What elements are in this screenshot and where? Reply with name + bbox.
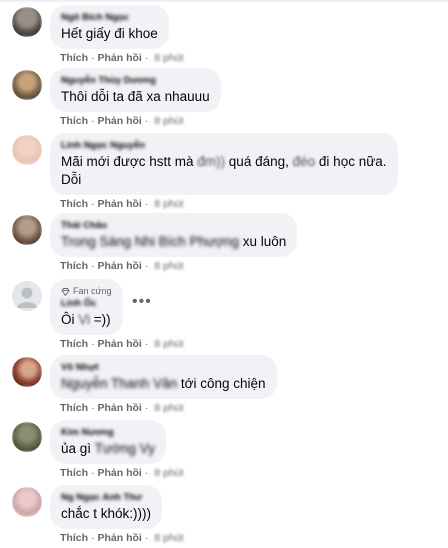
timestamp[interactable]: 8 phút [154,338,183,350]
like-button[interactable]: Thích [60,402,88,414]
mention-link[interactable]: Vi [78,311,90,329]
comment-text: Ôi Vi =)) [61,311,111,329]
comment-text: Thôi dỗi ta đã xa nhauuu [61,89,210,104]
like-button[interactable]: Thích [60,115,88,127]
comment-author[interactable]: Nguyễn Thùy Dương [61,75,210,87]
reply-button[interactable]: Phản hồi [98,532,142,544]
like-button[interactable]: Thích [60,198,88,210]
timestamp[interactable]: 8 phút [154,402,183,414]
comment-bubble: Thái Châu Trong Sáng Nhi Bích Phượng xu … [50,213,298,257]
avatar[interactable] [12,7,42,37]
comment-text: ủa gì Tường Vy [61,440,155,458]
like-button[interactable]: Thích [60,260,88,272]
avatar[interactable] [12,215,42,245]
comment-author[interactable]: Võ Nhựt [61,362,266,374]
comment-text: Nguyễn Thanh Vân tới công chiện [61,375,266,393]
comment-actions: Thích · Phản hồi · 8 phút [60,532,184,544]
reply-button[interactable]: Phản hồi [98,467,142,479]
comment-text: Trong Sáng Nhi Bích Phượng xu luôn [61,233,287,251]
comment-actions: Thích · Phản hồi · 8 phút [60,198,184,210]
timestamp[interactable]: 8 phút [154,532,183,544]
timestamp[interactable]: 8 phút [154,198,183,210]
more-options-icon[interactable]: ••• [132,294,152,310]
avatar[interactable] [12,135,42,165]
comment-bubble: Linh Ngọc Nguyễn Mãi mới được hstt mà đm… [50,133,398,195]
comment-bubble: Nguyễn Thùy Dương Thôi dỗi ta đã xa nhau… [50,68,221,112]
default-avatar-icon [17,287,37,308]
comment-bubble: Ng Ngọc Anh Thư chắc t khók:)))) [50,485,163,529]
avatar[interactable] [12,70,42,100]
fan-badge-label: Fan cứng [73,286,112,296]
timestamp[interactable]: 8 phút [154,467,183,479]
top-divider [0,0,448,3]
like-button[interactable]: Thích [60,532,88,544]
comment-text-line: Dỗi [61,172,82,187]
comment-bubble: Võ Nhựt Nguyễn Thanh Vân tới công chiện [50,355,277,399]
reply-button[interactable]: Phản hồi [98,402,142,414]
comment-text: Mãi mới được hstt mà đm)) quá đáng, đéo … [61,154,387,169]
mention-link[interactable]: Trong Sáng Nhi Bích Phượng [61,233,239,251]
comment-author[interactable]: Kim Nương [61,427,155,439]
mention-link[interactable]: Nguyễn Thanh Vân [61,375,177,393]
timestamp[interactable]: 8 phút [154,115,183,127]
avatar[interactable] [12,422,42,452]
comment-author[interactable]: Ng Ngọc Anh Thư [61,492,151,504]
comment-bubble: Ngô Bích Ngọc Hết giấy đi khoe [50,5,169,49]
comment-author[interactable]: Linh Ngọc Nguyễn [61,140,387,152]
censored-word: đm)) [197,154,226,169]
reply-button[interactable]: Phản hồi [98,52,142,64]
avatar[interactable] [12,357,42,387]
like-button[interactable]: Thích [60,467,88,479]
timestamp[interactable]: 8 phút [154,260,183,272]
comment-thread: Ngô Bích Ngọc Hết giấy đi khoe Thích · P… [0,0,448,548]
timestamp[interactable]: 8 phút [154,52,183,64]
reply-button[interactable]: Phản hồi [98,115,142,127]
comment-author[interactable]: Ngô Bích Ngọc [61,12,158,24]
comment-text: chắc t khók:)))) [61,506,152,521]
avatar[interactable] [12,487,42,517]
comment-actions: Thích · Phản hồi · 8 phút [60,52,184,64]
diamond-icon [61,287,70,296]
comment-actions: Thích · Phản hồi · 8 phút [60,115,184,127]
censored-word: đéo [292,154,316,169]
comment-text: Hết giấy đi khoe [61,26,158,41]
reply-button[interactable]: Phản hồi [98,260,142,272]
mention-link[interactable]: Tường Vy [95,440,155,458]
comment-author[interactable]: Thái Châu [61,220,286,232]
like-button[interactable]: Thích [60,338,88,350]
comment-actions: Thích · Phản hồi · 8 phút [60,260,184,272]
like-button[interactable]: Thích [60,52,88,64]
comment-author[interactable]: Linh Ốc [61,298,112,310]
comment-bubble: Kim Nương ủa gì Tường Vy [50,420,166,464]
reply-button[interactable]: Phản hồi [98,198,142,210]
fan-badge: Fan cứng [61,286,112,297]
comment-actions: Thích · Phản hồi · 8 phút [60,338,184,350]
comment-bubble: Fan cứng Linh Ốc Ôi Vi =)) [50,279,123,335]
comment-actions: Thích · Phản hồi · 8 phút [60,402,184,414]
avatar[interactable] [12,281,42,311]
reply-button[interactable]: Phản hồi [98,338,142,350]
comment-actions: Thích · Phản hồi · 8 phút [60,467,184,479]
